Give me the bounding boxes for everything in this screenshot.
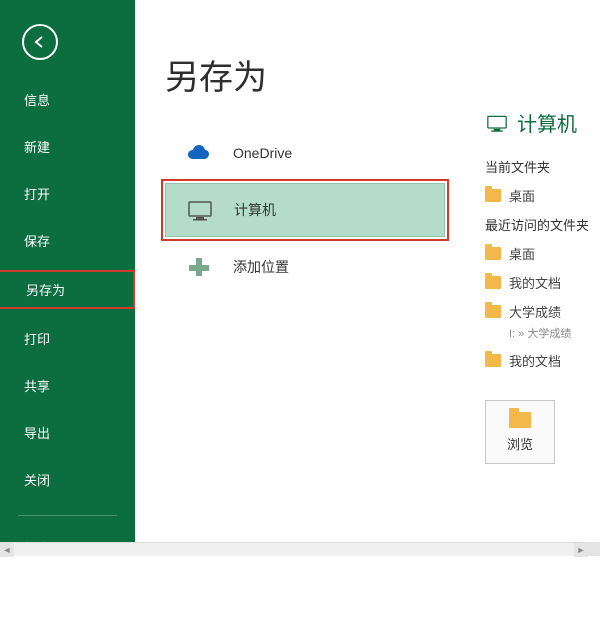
sidebar-item-new[interactable]: 新建: [0, 129, 135, 164]
sidebar-item-save[interactable]: 保存: [0, 223, 135, 258]
scroll-track[interactable]: [14, 543, 574, 556]
folder-subpath: I: » 大学成绩: [509, 325, 600, 341]
folder-label: 桌面: [509, 244, 535, 263]
sidebar-item-open[interactable]: 打开: [0, 176, 135, 211]
sidebar-item-export[interactable]: 导出: [0, 415, 135, 450]
folder-item-documents-2[interactable]: 我的文档: [485, 351, 600, 370]
folder-icon: [485, 276, 501, 289]
backstage-sidebar: 信息 新建 打开 保存 另存为 打印 共享 导出 关闭 帐户 选项: [0, 0, 135, 556]
sidebar-item-share[interactable]: 共享: [0, 368, 135, 403]
folder-item-documents[interactable]: 我的文档: [485, 273, 600, 292]
folder-icon: [485, 247, 501, 260]
folder-label: 我的文档: [509, 351, 561, 370]
main-pane: 另存为 OneDrive 计算机 添加位置 计算机 当前文件夹 桌面 最近访问的…: [135, 0, 600, 540]
horizontal-scrollbar[interactable]: ◄ ►: [0, 542, 588, 556]
back-button[interactable]: [22, 24, 58, 60]
browse-label: 浏览: [507, 434, 533, 453]
scroll-left-arrow[interactable]: ◄: [0, 543, 14, 557]
arrow-left-icon: [31, 33, 49, 51]
sidebar-item-print[interactable]: 打印: [0, 321, 135, 356]
sidebar-item-saveas[interactable]: 另存为: [0, 270, 135, 309]
folder-open-icon: [509, 412, 531, 428]
right-pane-header: 计算机: [485, 108, 600, 137]
folder-label: 我的文档: [509, 273, 561, 292]
location-computer[interactable]: 计算机: [165, 183, 445, 237]
computer-icon: [485, 113, 509, 133]
sidebar-item-options[interactable]: 选项: [0, 577, 135, 612]
location-label: 计算机: [234, 200, 276, 220]
right-pane: 计算机 当前文件夹 桌面 最近访问的文件夹 桌面 我的文档 大学成绩 I: » …: [485, 108, 600, 464]
plus-icon: [185, 255, 213, 279]
location-onedrive[interactable]: OneDrive: [165, 127, 445, 179]
scroll-right-arrow[interactable]: ►: [574, 543, 588, 557]
folder-label: 桌面: [509, 186, 535, 205]
location-label: 添加位置: [233, 257, 289, 277]
folder-item-desktop-recent[interactable]: 桌面: [485, 244, 600, 263]
sidebar-divider: [18, 515, 117, 516]
sidebar-item-close[interactable]: 关闭: [0, 462, 135, 497]
folder-label: 大学成绩: [509, 302, 561, 321]
right-pane-title: 计算机: [517, 108, 577, 137]
sidebar-item-info[interactable]: 信息: [0, 82, 135, 117]
page-title: 另存为: [165, 50, 600, 99]
location-add[interactable]: 添加位置: [165, 241, 445, 293]
scroll-corner: [588, 542, 600, 556]
location-label: OneDrive: [233, 145, 292, 161]
folder-icon: [485, 305, 501, 318]
computer-icon: [186, 198, 214, 222]
current-folder-label: 当前文件夹: [485, 157, 600, 176]
recent-folders-label: 最近访问的文件夹: [485, 215, 600, 234]
folder-item-desktop[interactable]: 桌面: [485, 186, 600, 205]
browse-button[interactable]: 浏览: [485, 400, 555, 464]
folder-icon: [485, 354, 501, 367]
folder-icon: [485, 189, 501, 202]
folder-item-college[interactable]: 大学成绩: [485, 302, 600, 321]
cloud-icon: [185, 141, 213, 165]
